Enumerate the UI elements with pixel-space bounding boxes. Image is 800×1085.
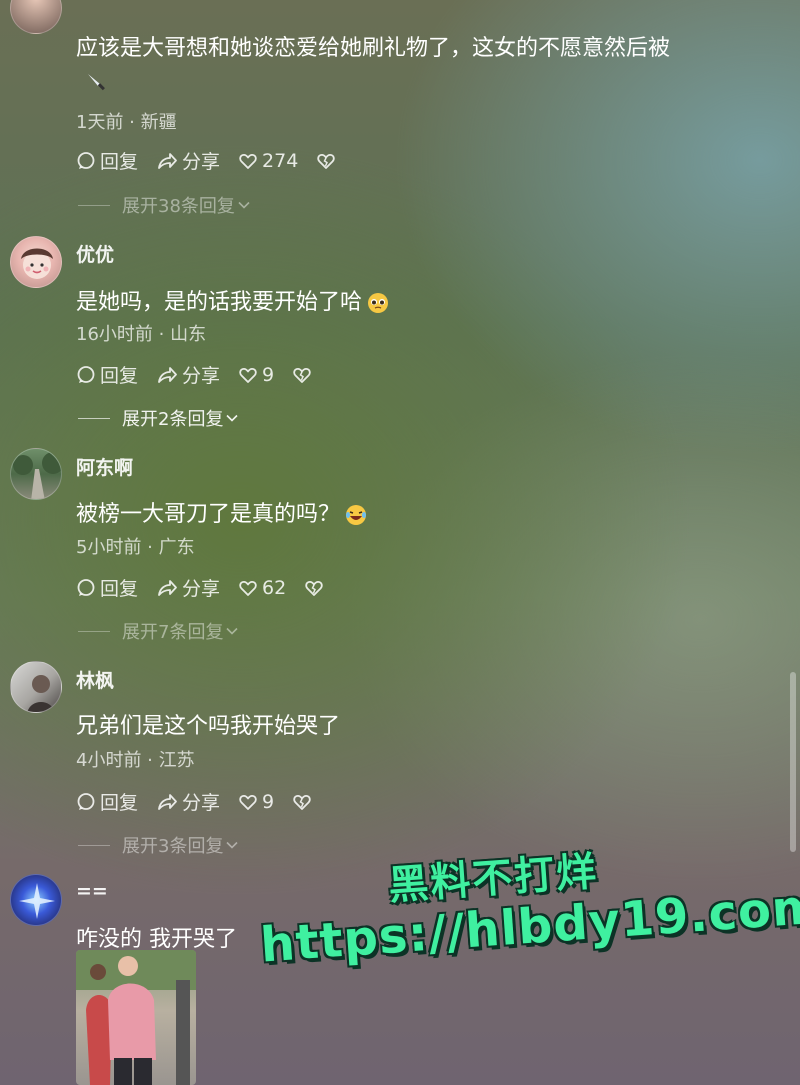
pleading-face-emoji-icon	[368, 293, 389, 313]
like-count: 9	[262, 363, 275, 386]
heart-icon	[239, 794, 257, 810]
reply-button[interactable]: 回复	[76, 788, 138, 815]
share-label: 分享	[182, 792, 221, 814]
reply-button[interactable]: 回复	[76, 361, 138, 388]
share-arrow-icon	[158, 152, 177, 169]
expand-replies-label: 展开38条回复	[122, 196, 235, 217]
like-button[interactable]: 274	[238, 150, 298, 172]
avatar-sparkle-icon	[19, 883, 55, 919]
comment-bubble-icon	[77, 151, 95, 169]
comment-image[interactable]	[76, 950, 196, 1085]
comment-author[interactable]: 优优	[76, 240, 114, 267]
share-label: 分享	[182, 365, 221, 387]
comment-actions: 回复 分享 62	[76, 574, 346, 601]
dislike-button[interactable]	[316, 151, 340, 171]
comment-text: 是她吗，是的话我要开始了哈	[76, 284, 390, 316]
like-button[interactable]: 62	[238, 577, 286, 599]
comment-meta: 5小时前 · 广东	[76, 537, 195, 558]
share-arrow-icon	[158, 579, 177, 596]
avatar-person-icon	[27, 675, 55, 712]
heart-icon	[239, 580, 257, 596]
expand-replies-button[interactable]: 展开3条回复	[78, 832, 239, 858]
avatar[interactable]	[10, 874, 62, 926]
comment-text-content: 是她吗，是的话我要开始了哈	[76, 290, 363, 315]
share-button[interactable]: 分享	[156, 788, 220, 815]
heart-icon	[239, 153, 257, 169]
expand-replies-button[interactable]: 展开38条回复	[78, 192, 251, 218]
chevron-down-icon	[226, 841, 239, 849]
divider-line	[78, 417, 110, 419]
avatar[interactable]	[10, 236, 62, 288]
broken-heart-icon	[293, 794, 311, 810]
comment-actions: 回复 分享 9	[76, 788, 334, 815]
share-arrow-icon	[158, 793, 177, 810]
like-count: 274	[262, 149, 299, 172]
comment-actions: 回复 分享 274	[76, 147, 358, 174]
like-button[interactable]: 9	[238, 791, 274, 813]
comment-author[interactable]: 阿东啊	[76, 453, 133, 480]
chevron-down-icon	[226, 414, 239, 422]
knife-emoji-icon	[88, 74, 105, 91]
broken-heart-icon	[293, 367, 311, 383]
expand-replies-label: 展开2条回复	[122, 409, 224, 430]
expand-replies-label: 展开7条回复	[122, 622, 224, 643]
reply-label: 回复	[100, 365, 139, 387]
avatar[interactable]	[10, 661, 62, 713]
share-arrow-icon	[158, 366, 177, 383]
expand-replies-button[interactable]: 展开2条回复	[78, 405, 239, 431]
chevron-down-icon	[226, 627, 239, 635]
dislike-button[interactable]	[292, 365, 316, 385]
share-label: 分享	[182, 151, 221, 173]
avatar-face-icon	[21, 248, 53, 279]
share-button[interactable]: 分享	[156, 574, 220, 601]
expand-replies-label: 展开3条回复	[122, 836, 224, 857]
comment-bubble-icon	[77, 578, 95, 596]
avatar[interactable]	[10, 448, 62, 500]
avatar[interactable]	[10, 0, 62, 34]
comment-meta: 16小时前 · 山东	[76, 324, 207, 345]
like-count: 9	[262, 790, 275, 813]
share-label: 分享	[182, 578, 221, 600]
broken-heart-icon	[305, 580, 323, 596]
reply-label: 回复	[100, 151, 139, 173]
divider-line	[78, 630, 110, 632]
divider-line	[78, 844, 110, 846]
share-button[interactable]: 分享	[156, 147, 220, 174]
avatar-path-icon	[13, 452, 61, 499]
reply-label: 回复	[100, 578, 139, 600]
comment-text: 被榜一大哥刀了是真的吗？	[76, 496, 368, 528]
share-button[interactable]: 分享	[156, 361, 220, 388]
comment-author[interactable]: 林枫	[76, 666, 114, 693]
comment-author[interactable]: ==	[76, 880, 108, 902]
laughing-tears-emoji-icon	[346, 505, 367, 525]
chevron-down-icon	[238, 201, 250, 209]
divider-line	[78, 204, 110, 206]
expand-replies-button[interactable]: 展开7条回复	[78, 618, 239, 644]
dislike-button[interactable]	[292, 792, 316, 812]
reply-button[interactable]: 回复	[76, 147, 138, 174]
comment-bubble-icon	[77, 365, 95, 383]
comment-text: 咋没的 我开哭了	[76, 927, 237, 952]
comment-bubble-icon	[77, 792, 95, 810]
comment-meta: 4小时前 · 江苏	[76, 750, 195, 771]
scrollbar[interactable]	[790, 672, 796, 852]
reply-button[interactable]: 回复	[76, 574, 138, 601]
reply-label: 回复	[100, 792, 139, 814]
comment-photo-people	[76, 950, 196, 1085]
like-count: 62	[262, 576, 287, 599]
comment-text: 应该是大哥想和她谈恋爱给她刷礼物了，这女的不愿意然后被	[76, 36, 671, 61]
like-button[interactable]: 9	[238, 364, 274, 386]
comment-text: 兄弟们是这个吗我开始哭了	[76, 714, 341, 739]
comment-text-content: 被榜一大哥刀了是真的吗？	[76, 502, 341, 527]
heart-icon	[239, 367, 257, 383]
dislike-button[interactable]	[304, 578, 328, 598]
comment-actions: 回复 分享 9	[76, 361, 334, 388]
comment-meta: 1天前 · 新疆	[76, 112, 177, 133]
broken-heart-icon	[317, 153, 335, 169]
